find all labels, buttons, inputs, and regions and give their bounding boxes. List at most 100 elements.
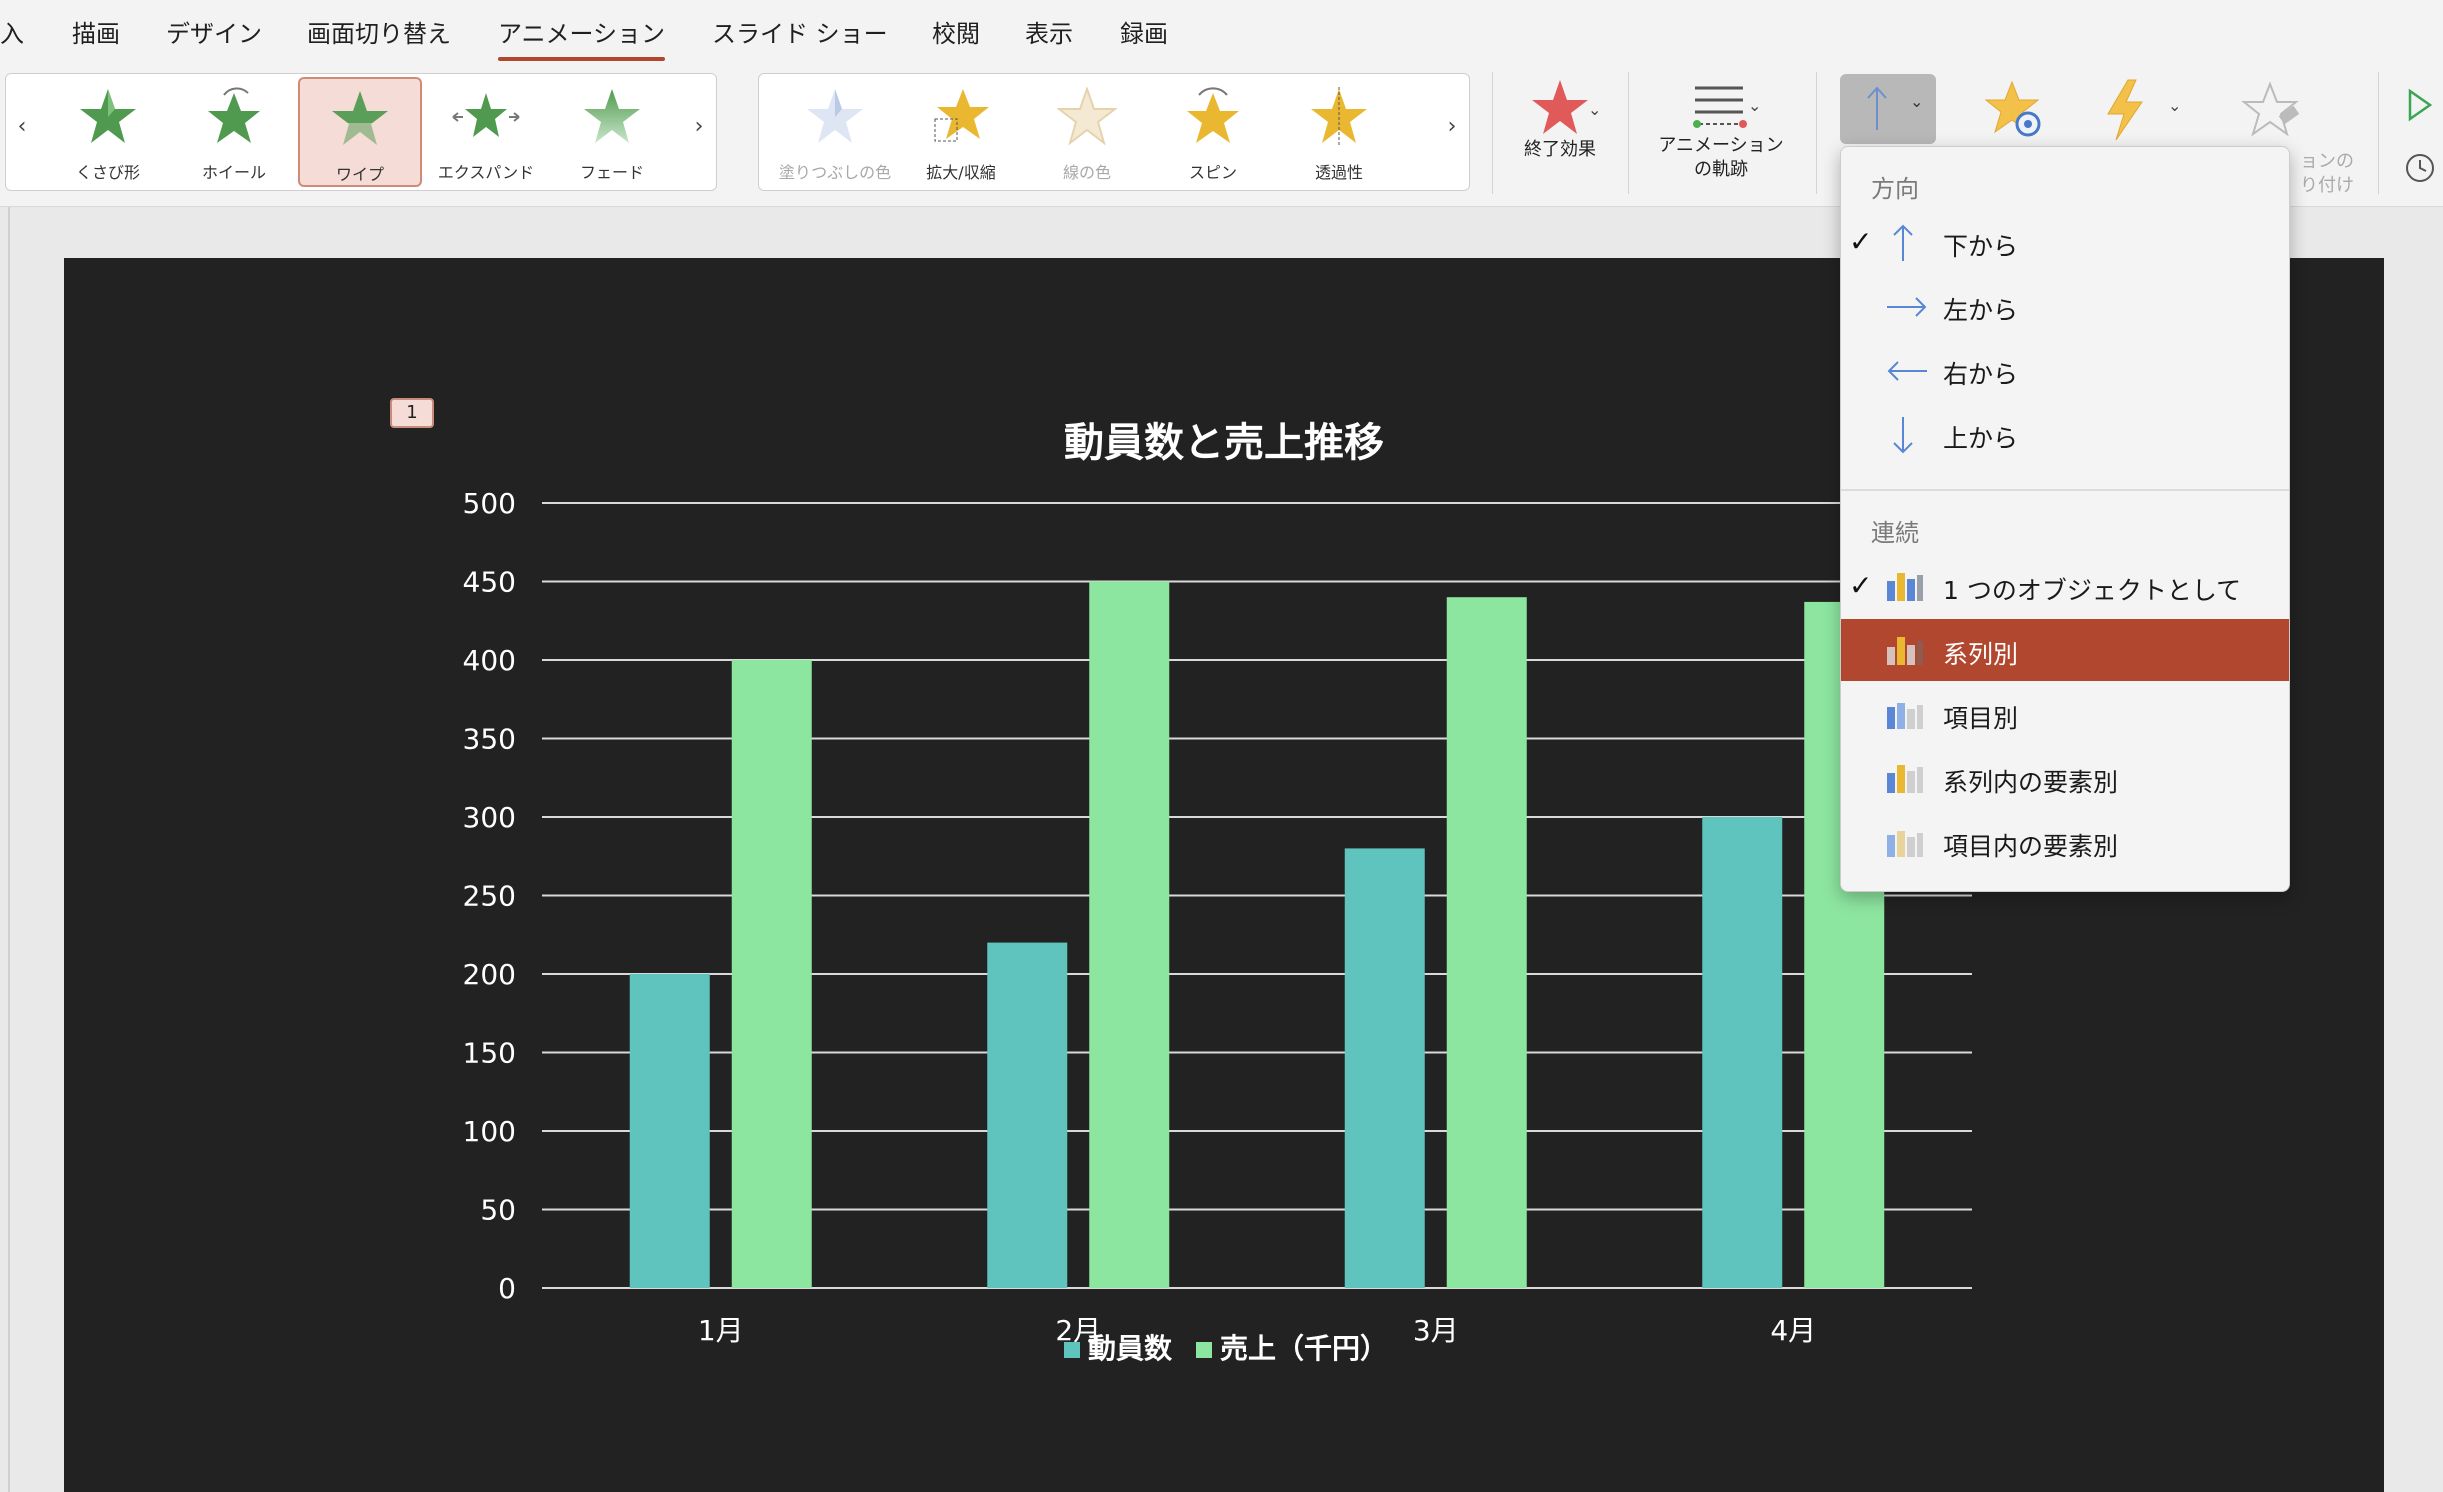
effect-expand-label: エクスパンド [437,163,535,182]
exit-effect-chevron-down-icon[interactable]: ⌄ [1588,100,1601,119]
checkmark-icon: ✓ [1849,569,1873,602]
star-grow-shrink-icon [934,89,989,142]
direction-from-bottom[interactable]: ✓ 下から [1841,211,2289,273]
checkmark-icon: ✓ [1849,225,1873,258]
clock-icon [2406,154,2434,182]
x-tick-label: 1月 [698,1314,744,1347]
tab-design[interactable]: デザイン [166,14,262,49]
bar-series2-1[interactable] [1089,581,1170,1289]
star-fade-icon [584,89,640,143]
arrow-up-icon [1893,224,1913,261]
chart-by-element-in-series-icon [1887,765,1923,793]
effect-wipe-label: ワイプ [335,165,384,184]
bar-series1-3[interactable] [1702,817,1783,1288]
exit-effect-button[interactable]: 終了効果 [1512,78,1608,190]
direction-from-bottom-label: 下から [1943,232,2019,261]
chart-title: 動員数と売上推移 [1064,420,1384,466]
emphasis-effects-gallery: 塗りつぶしの色 拡大/収縮 線の色 スピン 透過性 › [758,73,1470,191]
direction-header: 方向 [1871,175,1919,203]
tab-draw[interactable]: 描画 [72,14,120,49]
motion-path-label-2: の軌跡 [1694,159,1748,180]
arrow-left-icon [1887,361,1927,381]
star-exit-icon [1532,80,1588,134]
effect-grow-shrink[interactable]: 拡大/収縮 [899,77,1023,187]
chart-by-series-icon [1887,637,1923,665]
emphasis-gallery-next-icon[interactable]: › [1442,114,1462,139]
star-gear-icon [1984,80,2041,137]
animation-painter-button[interactable] [2240,80,2304,144]
effect-wedge[interactable]: くさび形 [46,77,170,187]
bar-series2-2[interactable] [1446,597,1527,1288]
animation-settings-button[interactable] [1982,78,2046,146]
effect-wheel[interactable]: ホイール [172,77,296,187]
panel-divider [8,207,10,1492]
dropdown-divider [1841,489,2289,491]
bar-series1-2[interactable] [1344,848,1425,1288]
effect-wipe[interactable]: ワイプ [298,77,422,187]
legend-swatch [1064,1342,1080,1358]
ribbon-separator [2378,72,2379,194]
lightning-icon [2107,79,2143,141]
chart-by-element-in-category-icon [1887,831,1923,857]
entrance-effects-gallery: ‹ くさび形 ホイール ワイプ エクスパンド フェード › [5,73,717,191]
y-tick-label: 500 [463,487,516,520]
effect-spin[interactable]: スピン [1151,77,1275,187]
effect-options-button[interactable]: ⌄ [1840,74,1936,144]
gallery-next-icon[interactable]: › [689,114,709,139]
y-tick-label: 200 [463,958,516,991]
effect-spin-label: スピン [1188,163,1237,182]
effect-wheel-label: ホイール [201,163,266,182]
motion-path-label-1: アニメーション [1658,135,1784,156]
star-fill-color-icon [807,89,863,143]
sequence-by-element-in-series[interactable]: 系列内の要素別 [1841,747,2289,809]
effect-options-dropdown: 方向 ✓ 下から 左から 右から 上から 連続 ✓ 1 つのオブジェクトとして … [1840,146,2290,892]
direction-from-right-label: 右から [1943,360,2019,389]
sequence-by-series[interactable]: 系列別 [1841,619,2289,681]
x-tick-label: 3月 [1413,1314,1459,1347]
trigger-chevron-down-icon[interactable]: ⌄ [2168,96,2181,115]
effect-line-color-label: 線の色 [1062,163,1111,182]
bar-series2-0[interactable] [731,660,812,1288]
star-line-color-icon [1057,87,1117,146]
star-wedge-icon [80,89,136,143]
star-wipe-icon [330,91,390,149]
sequence-by-element-in-category-label: 項目内の要素別 [1943,832,2119,861]
tab-transitions[interactable]: 画面切り替え [307,14,451,49]
motion-path-chevron-down-icon[interactable]: ⌄ [1748,96,1761,115]
sequence-by-element-in-category[interactable]: 項目内の要素別 [1841,811,2289,873]
effect-transparency[interactable]: 透過性 [1277,77,1401,187]
effect-fade-label: フェード [579,163,644,182]
tab-record[interactable]: 録画 [1120,14,1168,49]
tab-animations[interactable]: アニメーション [498,14,666,61]
y-tick-label: 350 [463,723,516,756]
tab-insert[interactable]: 入 [0,14,24,49]
tab-view[interactable]: 表示 [1025,14,1073,49]
trigger-button[interactable] [2100,78,2150,146]
tab-slideshow[interactable]: スライド ショー [712,14,888,49]
exit-effect-label: 終了効果 [1524,139,1596,160]
effect-transparency-label: 透過性 [1314,163,1363,182]
x-tick-label: 4月 [1770,1314,1816,1347]
direction-from-left[interactable]: 左から [1841,275,2289,337]
effect-fade[interactable]: フェード [550,77,674,187]
star-painter-icon [2241,81,2300,137]
sequence-by-category-label: 項目別 [1943,704,2019,733]
sequence-as-one-object[interactable]: ✓ 1 つのオブジェクトとして [1841,555,2289,617]
y-tick-label: 150 [463,1037,516,1070]
gallery-prev-icon[interactable]: ‹ [12,114,32,139]
tab-review[interactable]: 校閲 [932,14,980,49]
animation-order-tag[interactable]: 1 [390,398,434,428]
sequence-by-category[interactable]: 項目別 [1841,683,2289,745]
chart-as-one-object-icon [1887,573,1923,601]
y-tick-label: 100 [463,1115,516,1148]
preview-button[interactable] [2406,88,2434,126]
effect-line-color: 線の色 [1025,77,1149,187]
timing-button[interactable] [2404,152,2436,188]
motion-path-button[interactable]: アニメーション の軌跡 [1648,78,1794,198]
direction-from-right[interactable]: 右から [1841,339,2289,401]
effect-expand[interactable]: エクスパンド [424,77,548,187]
direction-from-top[interactable]: 上から [1841,403,2289,465]
bar-series1-1[interactable] [987,942,1068,1288]
direction-from-top-label: 上から [1943,424,2019,453]
bar-series1-0[interactable] [629,974,710,1288]
